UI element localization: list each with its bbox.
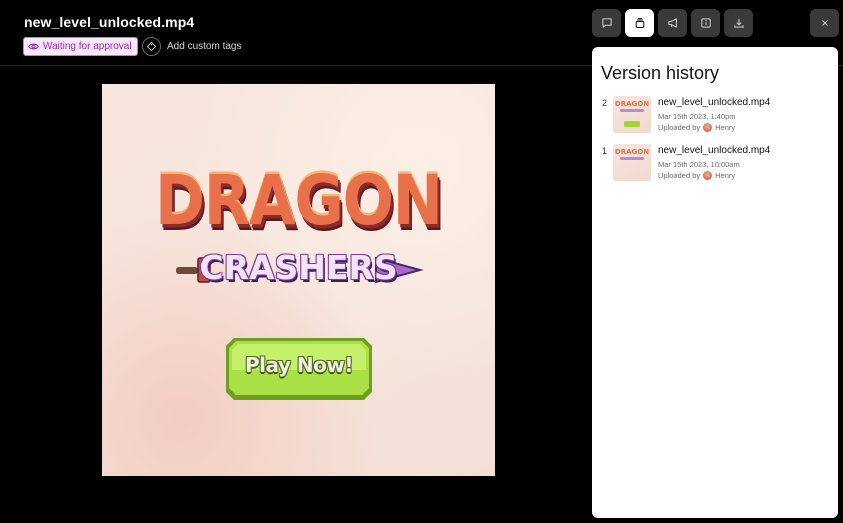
share-button[interactable]: [658, 9, 687, 37]
version-filename: new_level_unlocked.mp4: [658, 97, 771, 108]
file-title: new_level_unlocked.mp4: [24, 14, 195, 30]
avatar: [703, 171, 713, 180]
version-uploader: Uploaded by Henry: [658, 123, 735, 132]
version-date: Mar 15th 2023, 1:40pm: [658, 112, 736, 121]
play-now-label: Play Now!: [245, 353, 353, 377]
version-thumbnail: DRAGON: [613, 96, 651, 133]
version-item[interactable]: 2 DRAGON new_level_unlocked.mp4 Mar 15th…: [592, 96, 838, 136]
megaphone-icon: [667, 18, 677, 28]
uploaded-by-label: Uploaded by: [658, 123, 701, 132]
version-date: Mar 15th 2023, 10:00am: [658, 160, 740, 169]
status-label: Waiting for approval: [43, 41, 132, 52]
media-preview[interactable]: DRAGON CRASHERS Play Now!: [102, 84, 495, 476]
version-thumbnail: DRAGON: [613, 144, 651, 181]
download-icon: [733, 18, 744, 28]
uploaded-by-label: Uploaded by: [658, 171, 701, 180]
add-custom-tags-button[interactable]: Add custom tags: [142, 37, 241, 56]
thumbnail-logo: DRAGON: [614, 148, 650, 156]
version-number: 1: [602, 146, 608, 156]
version-filename: new_level_unlocked.mp4: [658, 145, 771, 156]
comment-icon: [601, 18, 612, 28]
close-button[interactable]: [810, 9, 839, 37]
download-button[interactable]: [724, 9, 753, 37]
version-item[interactable]: 1 DRAGON new_level_unlocked.mp4 Mar 15th…: [592, 144, 838, 184]
add-custom-tags-label: Add custom tags: [167, 41, 242, 52]
info-icon: [700, 18, 711, 28]
versions-stack-icon: [635, 17, 644, 29]
version-history-panel: Version history 2 DRAGON new_level_unloc…: [592, 47, 838, 518]
panel-title: Version history: [601, 63, 720, 83]
thumbnail-logo: DRAGON: [614, 100, 650, 108]
status-badge[interactable]: Waiting for approval: [23, 37, 138, 56]
comments-button[interactable]: [592, 9, 621, 37]
eye-icon: [28, 43, 39, 50]
game-logo-subtitle: CRASHERS: [199, 248, 398, 287]
uploader-name: Henry: [715, 171, 736, 180]
game-logo-title: DRAGON: [155, 160, 443, 242]
avatar: [703, 123, 713, 132]
close-icon: [821, 20, 828, 26]
uploader-name: Henry: [715, 123, 736, 132]
tag-plus-icon: [142, 37, 161, 56]
version-number: 2: [602, 98, 608, 108]
version-uploader: Uploaded by Henry: [658, 171, 735, 180]
version-history-button[interactable]: [625, 9, 654, 37]
info-button[interactable]: [691, 9, 720, 37]
